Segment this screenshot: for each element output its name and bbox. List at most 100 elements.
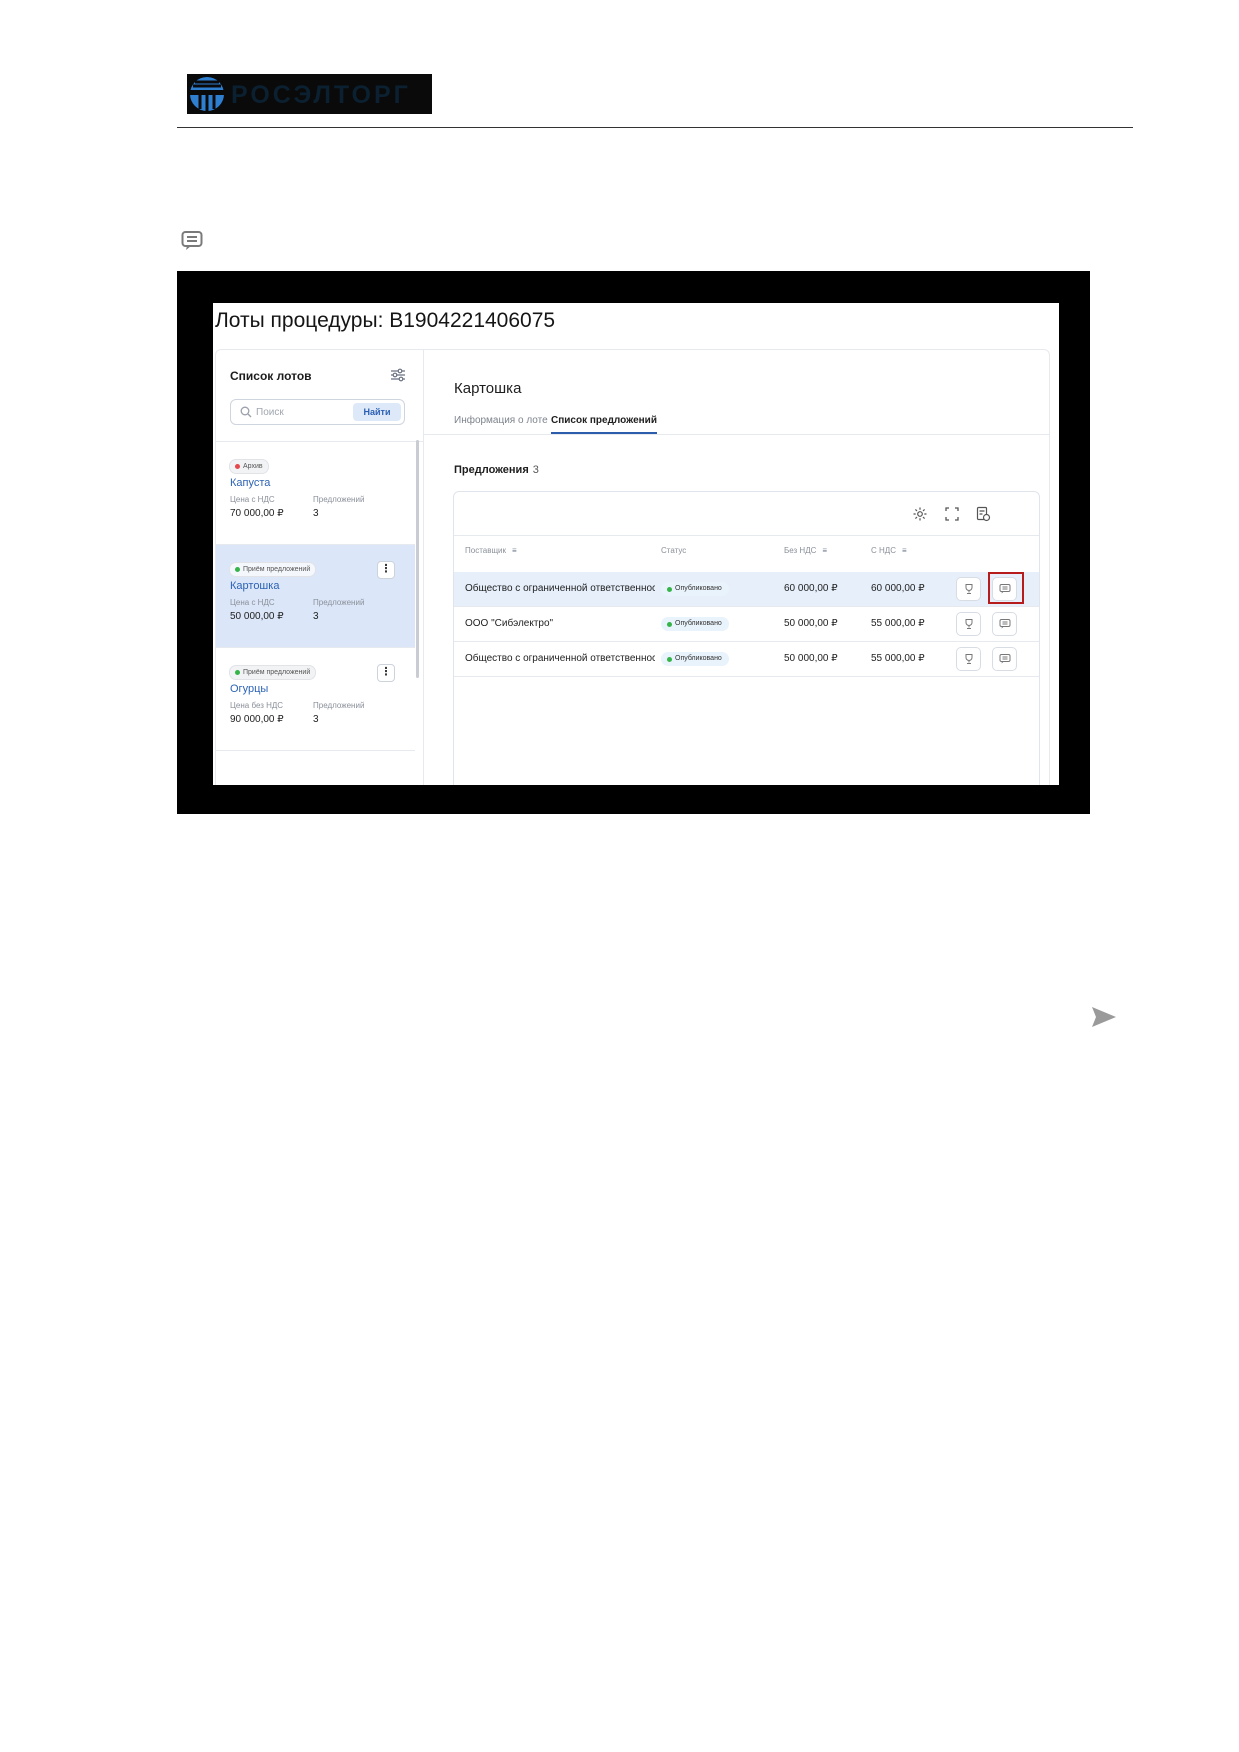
trophy-icon (965, 584, 973, 594)
screenshot-canvas: Лоты процедуры: В1904221406075 Список ло… (213, 303, 1059, 785)
highlight-frame (988, 572, 1024, 604)
trophy-icon (965, 619, 973, 629)
status-dot (235, 670, 240, 675)
status-badge: Опубликовано (661, 582, 729, 596)
lot-price: 50 000,00 ₽ (230, 611, 284, 622)
supplier-name: Общество с ограниченной ответственностью (465, 653, 655, 664)
lots-sidebar: Список лотов Найти (216, 350, 424, 785)
lot-status-text: Архив (243, 463, 263, 470)
lot-status-badge: Архив (229, 459, 269, 474)
price-with-vat: 60 000,00 ₽ (871, 583, 925, 594)
column-header-label: С НДС (871, 546, 896, 555)
table-row[interactable]: ООО "Сибэлектро" Опубликовано 50 000,00 … (454, 607, 1039, 642)
lot-status-text: Приём предложений (243, 566, 311, 573)
filter-icon[interactable] (390, 368, 406, 382)
tabs-divider (424, 434, 1049, 435)
lot-details: Картошка Информация о лоте Список предло… (424, 350, 1049, 785)
trophy-icon (965, 654, 973, 664)
sort-icon[interactable]: ≡ (822, 546, 827, 555)
sidebar-title: Список лотов (230, 369, 312, 383)
lot-name[interactable]: Картошка (230, 580, 279, 592)
lot-name[interactable]: Капуста (230, 477, 270, 489)
price-with-vat: 55 000,00 ₽ (871, 618, 925, 629)
gear-icon[interactable] (912, 506, 928, 522)
status-text: Опубликовано (675, 620, 722, 627)
lot-price-label: Цена с НДС (230, 495, 275, 504)
lot-menu-button[interactable]: ⋮ (377, 664, 395, 682)
supplier-name: ООО "Сибэлектро" (465, 618, 554, 629)
lot-price-label: Цена без НДС (230, 701, 284, 710)
logo-text: РОСЭЛТОРГ (231, 81, 411, 109)
lot-offers-label: Предложений (313, 495, 365, 504)
comment-icon (999, 619, 1011, 629)
lot-price: 90 000,00 ₽ (230, 714, 284, 725)
column-header-supplier[interactable]: Поставщик ≡ (465, 546, 517, 555)
column-header-label: Поставщик (465, 546, 507, 555)
lot-name[interactable]: Огурцы (230, 683, 268, 695)
fullscreen-icon[interactable] (944, 506, 960, 522)
lot-item-kartoshka[interactable]: Приём предложений ⋮ Картошка Цена с НДС … (216, 545, 415, 648)
column-header-label: Без НДС (784, 546, 817, 555)
comment-button[interactable] (992, 612, 1017, 636)
status-dot (667, 657, 672, 662)
winner-button[interactable] (956, 647, 981, 671)
lot-offers-label: Предложений (313, 598, 365, 607)
lot-status-text: Приём предложений (243, 669, 311, 676)
status-badge: Опубликовано (661, 617, 729, 631)
tab-offers-list[interactable]: Список предложений (551, 415, 657, 434)
column-header-status: Статус (661, 546, 686, 555)
column-header-no-vat[interactable]: Без НДС ≡ (784, 546, 827, 555)
status-text: Опубликовано (675, 585, 722, 592)
lot-offers-count: 3 (313, 714, 319, 725)
offers-count: 3 (532, 464, 539, 476)
procedure-title: Лоты процедуры: В1904221406075 (215, 309, 556, 332)
comment-icon (999, 654, 1011, 664)
table-row[interactable]: Общество с ограниченной ответственностью… (454, 572, 1039, 607)
supplier-name: Общество с ограниченной ответственностью (465, 583, 655, 594)
status-badge: Опубликовано (661, 652, 729, 666)
table-toolbar-divider (454, 535, 1039, 536)
lot-status-badge: Приём предложений (229, 562, 317, 577)
winner-button[interactable] (956, 612, 981, 636)
price-no-vat: 50 000,00 ₽ (784, 653, 838, 664)
logo: РОСЭЛТОРГ (187, 74, 432, 114)
lot-item-kapusta[interactable]: Архив Капуста Цена с НДС Предложений 70 … (216, 442, 415, 545)
logo-icon (190, 77, 224, 113)
column-header-with-vat[interactable]: С НДС ≡ (871, 546, 907, 555)
status-dot (235, 567, 240, 572)
offers-heading-text: Предложения (454, 464, 529, 476)
price-no-vat: 50 000,00 ₽ (784, 618, 838, 629)
status-dot (667, 622, 672, 627)
offers-heading: Предложения 3 (454, 464, 539, 476)
lot-price-label: Цена с НДС (230, 598, 275, 607)
lot-offers-count: 3 (313, 611, 319, 622)
lot-status-badge: Приём предложений (229, 665, 317, 680)
search-box: Найти (230, 399, 405, 425)
sort-icon[interactable]: ≡ (512, 546, 517, 555)
sidebar-scrollbar[interactable] (416, 440, 419, 678)
lot-menu-button[interactable]: ⋮ (377, 561, 395, 579)
export-icon[interactable] (975, 506, 991, 522)
column-header-label: Статус (661, 546, 687, 555)
table-row[interactable]: Общество с ограниченной ответственностью… (454, 642, 1039, 677)
price-no-vat: 60 000,00 ₽ (784, 583, 838, 594)
status-dot (235, 464, 240, 469)
send-icon (1092, 1007, 1116, 1027)
status-dot (667, 587, 672, 592)
tab-lot-info[interactable]: Информация о лоте (454, 415, 548, 426)
embedded-screenshot: Лоты процедуры: В1904221406075 Список ло… (177, 271, 1090, 814)
sort-icon[interactable]: ≡ (902, 546, 907, 555)
price-with-vat: 55 000,00 ₽ (871, 653, 925, 664)
comment-button[interactable] (992, 647, 1017, 671)
find-button[interactable]: Найти (353, 403, 401, 421)
header-divider (177, 127, 1133, 128)
offers-table: Поставщик ≡ Статус Без НДС ≡ С НДС ≡ Общест… (453, 491, 1040, 785)
lots-panel: Список лотов Найти (215, 349, 1050, 785)
search-icon (240, 406, 252, 418)
lot-title: Картошка (454, 380, 522, 397)
lot-item-ogurtsy[interactable]: Приём предложений ⋮ Огурцы Цена без НДС … (216, 648, 415, 751)
lot-offers-label: Предложений (313, 701, 365, 710)
search-input[interactable] (256, 404, 351, 420)
status-text: Опубликовано (675, 655, 722, 662)
winner-button[interactable] (956, 577, 981, 601)
